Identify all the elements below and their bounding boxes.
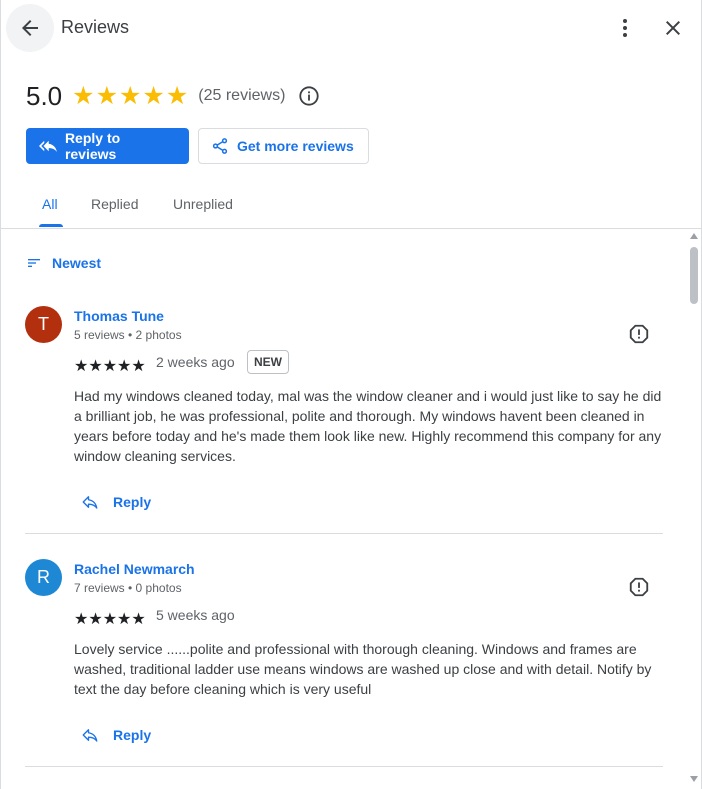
review-divider — [25, 766, 663, 767]
new-badge: NEW — [247, 350, 289, 374]
reply-label: Reply — [113, 494, 152, 510]
review-stars: ★★★★★ — [74, 611, 146, 628]
reviewer-name[interactable]: Rachel Newmarch — [74, 561, 195, 577]
share-icon — [212, 138, 228, 154]
review-item: T Thomas Tune 5 reviews • 2 photos ★★★★★… — [25, 306, 663, 534]
reply-button[interactable]: Reply — [81, 726, 151, 744]
reply-to-reviews-label: Reply to reviews — [64, 130, 121, 162]
reviewer-meta: 5 reviews • 2 photos — [74, 328, 182, 342]
close-icon — [666, 21, 680, 35]
tab-unreplied[interactable]: Unreplied — [173, 196, 233, 212]
reply-label: Reply — [113, 727, 152, 743]
review-time: 2 weeks ago — [156, 354, 235, 370]
get-more-reviews-button[interactable]: Get more reviews — [198, 128, 369, 164]
reviewer-meta: 7 reviews • 0 photos — [74, 581, 182, 595]
scrollbar[interactable] — [686, 230, 701, 789]
review-time: 5 weeks ago — [156, 607, 235, 623]
scroll-up-arrow-icon[interactable] — [690, 233, 698, 239]
sort-icon — [28, 259, 40, 267]
review-text: Had my windows cleaned today, mal was th… — [74, 388, 662, 464]
panel-header: Reviews — [1, 0, 701, 56]
reply-icon — [82, 496, 98, 509]
panel-title: Reviews — [61, 17, 130, 37]
back-button[interactable] — [6, 4, 54, 52]
report-review-button[interactable] — [627, 322, 651, 346]
arrow-back-icon — [22, 20, 38, 36]
reviewer-name[interactable]: Thomas Tune — [74, 308, 164, 324]
reply-button[interactable]: Reply — [81, 493, 151, 511]
review-text: Lovely service ......polite and professi… — [74, 641, 652, 697]
scroll-down-arrow-icon[interactable] — [690, 776, 698, 782]
report-icon — [629, 324, 649, 344]
reviews-list[interactable]: Newest T Thomas Tune 5 reviews • 2 photo… — [1, 230, 701, 789]
average-rating: 5.0 — [26, 80, 63, 111]
more-options-button[interactable] — [607, 10, 643, 46]
sort-button[interactable]: Newest — [26, 255, 101, 271]
star-icon: ★ — [119, 81, 142, 110]
review-item: R Rachel Newmarch 7 reviews • 0 photos ★… — [25, 559, 663, 767]
info-icon — [299, 86, 320, 106]
review-stars: ★★★★★ — [74, 358, 146, 375]
avatar[interactable]: T — [25, 306, 62, 343]
close-button[interactable] — [655, 10, 691, 46]
tab-replied[interactable]: Replied — [91, 196, 138, 212]
tab-all[interactable]: All — [42, 196, 58, 212]
review-divider — [25, 533, 663, 534]
reviews-panel: Reviews 5.0 ★ ★ ★ ★ ★ (25 reviews) Reply… — [0, 0, 702, 789]
avatar[interactable]: R — [25, 559, 62, 596]
star-icon: ★ — [95, 81, 118, 110]
rating-summary: 5.0 ★ ★ ★ ★ ★ (25 reviews) — [26, 80, 321, 112]
star-icon: ★ — [142, 81, 165, 110]
report-icon — [629, 577, 649, 597]
report-review-button[interactable] — [627, 575, 651, 599]
review-tabs: All Replied Unreplied — [1, 186, 701, 229]
reply-all-icon — [39, 140, 57, 152]
star-icon: ★ — [165, 81, 189, 110]
active-tab-indicator — [39, 224, 63, 227]
reply-icon — [82, 729, 98, 742]
star-icon: ★ — [72, 81, 95, 110]
reply-to-reviews-button[interactable]: Reply to reviews — [26, 128, 189, 164]
more-vert-icon — [623, 19, 627, 37]
info-button[interactable] — [297, 84, 321, 108]
get-more-reviews-label: Get more reviews — [237, 138, 354, 154]
review-count: (25 reviews) — [198, 87, 286, 104]
sort-label: Newest — [52, 255, 102, 271]
review-actions: Reply to reviews Get more reviews — [26, 128, 369, 164]
scrollbar-thumb[interactable] — [690, 247, 698, 304]
rating-stars: ★ ★ ★ ★ ★ — [72, 81, 189, 110]
